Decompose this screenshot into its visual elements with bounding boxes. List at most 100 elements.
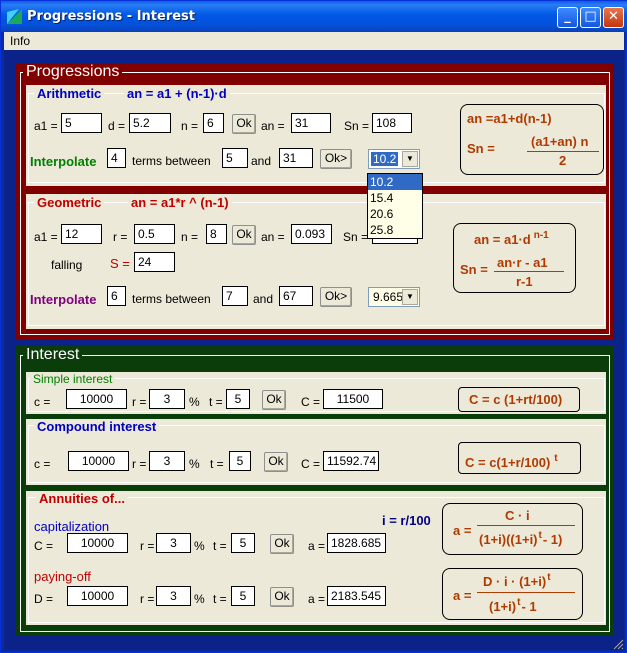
n-label: n = — [181, 230, 199, 244]
geo-n-input[interactable]: 8 — [206, 224, 227, 244]
arith-d-input[interactable]: 5.2 — [129, 113, 171, 133]
pay-D-input[interactable]: 10000 — [67, 586, 128, 606]
D-label: D = — [34, 592, 54, 606]
progressions-panel: Progressions Arithmetic an = a1 + (n-1)·… — [16, 63, 614, 339]
geo-formula-an-sup: n-1 — [533, 230, 549, 241]
pay-formula-numerator: D · i · (1+i)t — [483, 572, 551, 589]
simple-r-input[interactable]: 3 — [149, 389, 185, 409]
resize-grip-icon[interactable] — [612, 638, 624, 650]
cap-ok-button[interactable]: Ok — [270, 534, 294, 554]
geo-an-output[interactable]: 0.093 — [291, 224, 332, 244]
i-formula: i = r/100 — [382, 513, 431, 528]
cap-formula-numerator: C · i — [505, 508, 530, 523]
geo-s-output[interactable]: 24 — [134, 252, 175, 272]
dropdown-option[interactable]: 10.2 — [368, 174, 422, 190]
a1-label: a1 = — [34, 230, 58, 244]
arith-formula-denominator: 2 — [559, 153, 567, 168]
geo-interpolate-count[interactable]: 6 — [107, 286, 126, 306]
cap-formula-denominator: (1+i)((1+i)t- 1) — [479, 530, 562, 547]
arith-ok-button[interactable]: Ok — [232, 114, 256, 134]
arith-between-to[interactable]: 31 — [279, 148, 313, 168]
chevron-down-icon[interactable]: ▼ — [402, 151, 418, 167]
simple-C-output[interactable]: 11500 — [323, 389, 383, 409]
title-bar[interactable]: Progressions - Interest _ □ ✕ — [1, 1, 627, 32]
menu-item-info[interactable]: Info — [10, 34, 30, 48]
menu-bar: Info — [4, 32, 624, 50]
cap-formula-a: a = — [453, 523, 472, 538]
arith-terms-dropdown[interactable]: 10.2 ▼ — [368, 149, 420, 169]
a-label: a = — [308, 539, 326, 553]
percent-label: % — [189, 395, 200, 409]
r-label: r = — [132, 395, 147, 409]
percent-label: % — [189, 457, 200, 471]
geo-ok-button[interactable]: Ok — [232, 225, 256, 245]
geo-between-from[interactable]: 7 — [222, 286, 248, 306]
pay-ok-button[interactable]: Ok — [270, 587, 294, 607]
arith-formula-sn-label: Sn = — [467, 141, 495, 156]
simple-formula: C = c (1+rt/100) — [469, 392, 563, 407]
geo-r-input[interactable]: 0.5 — [134, 224, 175, 244]
geo-ok-more-button[interactable]: Ok> — [320, 287, 352, 307]
compound-r-input[interactable]: 3 — [149, 451, 185, 471]
pay-formula-a: a = — [453, 588, 472, 603]
dropdown-option[interactable]: 20.6 — [368, 206, 422, 222]
cap-a-output[interactable]: 1828.685 — [327, 533, 386, 553]
simple-t-input[interactable]: 5 — [226, 389, 250, 409]
simple-interest-section: Simple interest c = 10000 r = 3 % t = 5 … — [26, 372, 606, 414]
app-icon — [7, 9, 22, 24]
dropdown-option[interactable]: 25.8 — [368, 222, 422, 238]
arith-interpolate-count[interactable]: 4 — [107, 148, 126, 168]
simple-ok-button[interactable]: Ok — [262, 390, 286, 410]
t-label: t = — [213, 539, 227, 553]
r-label: r = — [140, 592, 155, 606]
compound-C-output[interactable]: 11592.74 — [323, 451, 379, 471]
t-label: t = — [209, 395, 223, 409]
compound-c-input[interactable]: 10000 — [68, 451, 129, 471]
minimize-button[interactable]: _ — [557, 7, 578, 28]
progressions-title: Progressions — [23, 63, 123, 81]
s-label: S = — [110, 256, 130, 271]
cap-C-input[interactable]: 10000 — [67, 533, 128, 553]
geo-terms-dropdown[interactable]: 9.665 ▼ — [368, 287, 420, 307]
pay-r-input[interactable]: 3 — [156, 586, 191, 606]
pay-a-output[interactable]: 2183.545 — [327, 586, 386, 606]
compound-ok-button[interactable]: Ok — [264, 452, 288, 472]
compound-interest-section: Compound interest c = 10000 r = 3 % t = … — [26, 419, 606, 485]
close-button[interactable]: ✕ — [603, 7, 624, 28]
cap-r-input[interactable]: 3 — [156, 533, 191, 553]
dropdown-option[interactable]: 15.4 — [368, 190, 422, 206]
arith-formula-numerator: (a1+an) n — [531, 134, 589, 149]
a-label: a = — [308, 592, 326, 606]
compound-t-input[interactable]: 5 — [229, 451, 251, 471]
geo-a1-input[interactable]: 12 — [61, 224, 102, 244]
percent-label: % — [194, 592, 205, 606]
simple-interest-title: Simple interest — [30, 372, 116, 386]
arith-between-from[interactable]: 5 — [222, 148, 248, 168]
t-label: t = — [213, 592, 227, 606]
interest-title: Interest — [23, 346, 83, 364]
app-window: Progressions - Interest _ □ ✕ Info Progr… — [0, 0, 627, 653]
maximize-icon: □ — [584, 9, 597, 24]
c-label: c = — [34, 395, 51, 409]
arith-dropdown-list[interactable]: 10.2 15.4 20.6 25.8 — [367, 173, 423, 239]
pay-t-input[interactable]: 5 — [231, 586, 255, 606]
geo-between-to[interactable]: 67 — [279, 286, 313, 306]
pay-den-sup: t — [517, 597, 521, 608]
arith-sn-output[interactable]: 108 — [372, 113, 412, 133]
compound-formula: C = c(1+r/100) t — [465, 453, 558, 470]
arith-a1-input[interactable]: 5 — [61, 113, 102, 133]
arith-ok-more-button[interactable]: Ok> — [320, 149, 352, 169]
cap-t-input[interactable]: 5 — [231, 533, 255, 553]
arith-n-input[interactable]: 6 — [203, 113, 224, 133]
geo-terms-between-label: terms between — [132, 292, 211, 306]
simple-c-input[interactable]: 10000 — [66, 389, 127, 409]
cap-den-part1: (1+i)((1+i) — [479, 532, 538, 547]
cap-formula-box: a = C · i (1+i)((1+i)t- 1) — [442, 503, 583, 555]
fraction-bar — [477, 592, 575, 593]
compound-formula-text: C = c(1+r/100) — [465, 455, 551, 470]
maximize-button[interactable]: □ — [580, 7, 601, 28]
simple-formula-box: C = c (1+rt/100) — [458, 387, 580, 412]
chevron-down-icon[interactable]: ▼ — [402, 289, 418, 305]
C-label: C = — [301, 457, 321, 471]
arith-an-output[interactable]: 31 — [291, 113, 331, 133]
